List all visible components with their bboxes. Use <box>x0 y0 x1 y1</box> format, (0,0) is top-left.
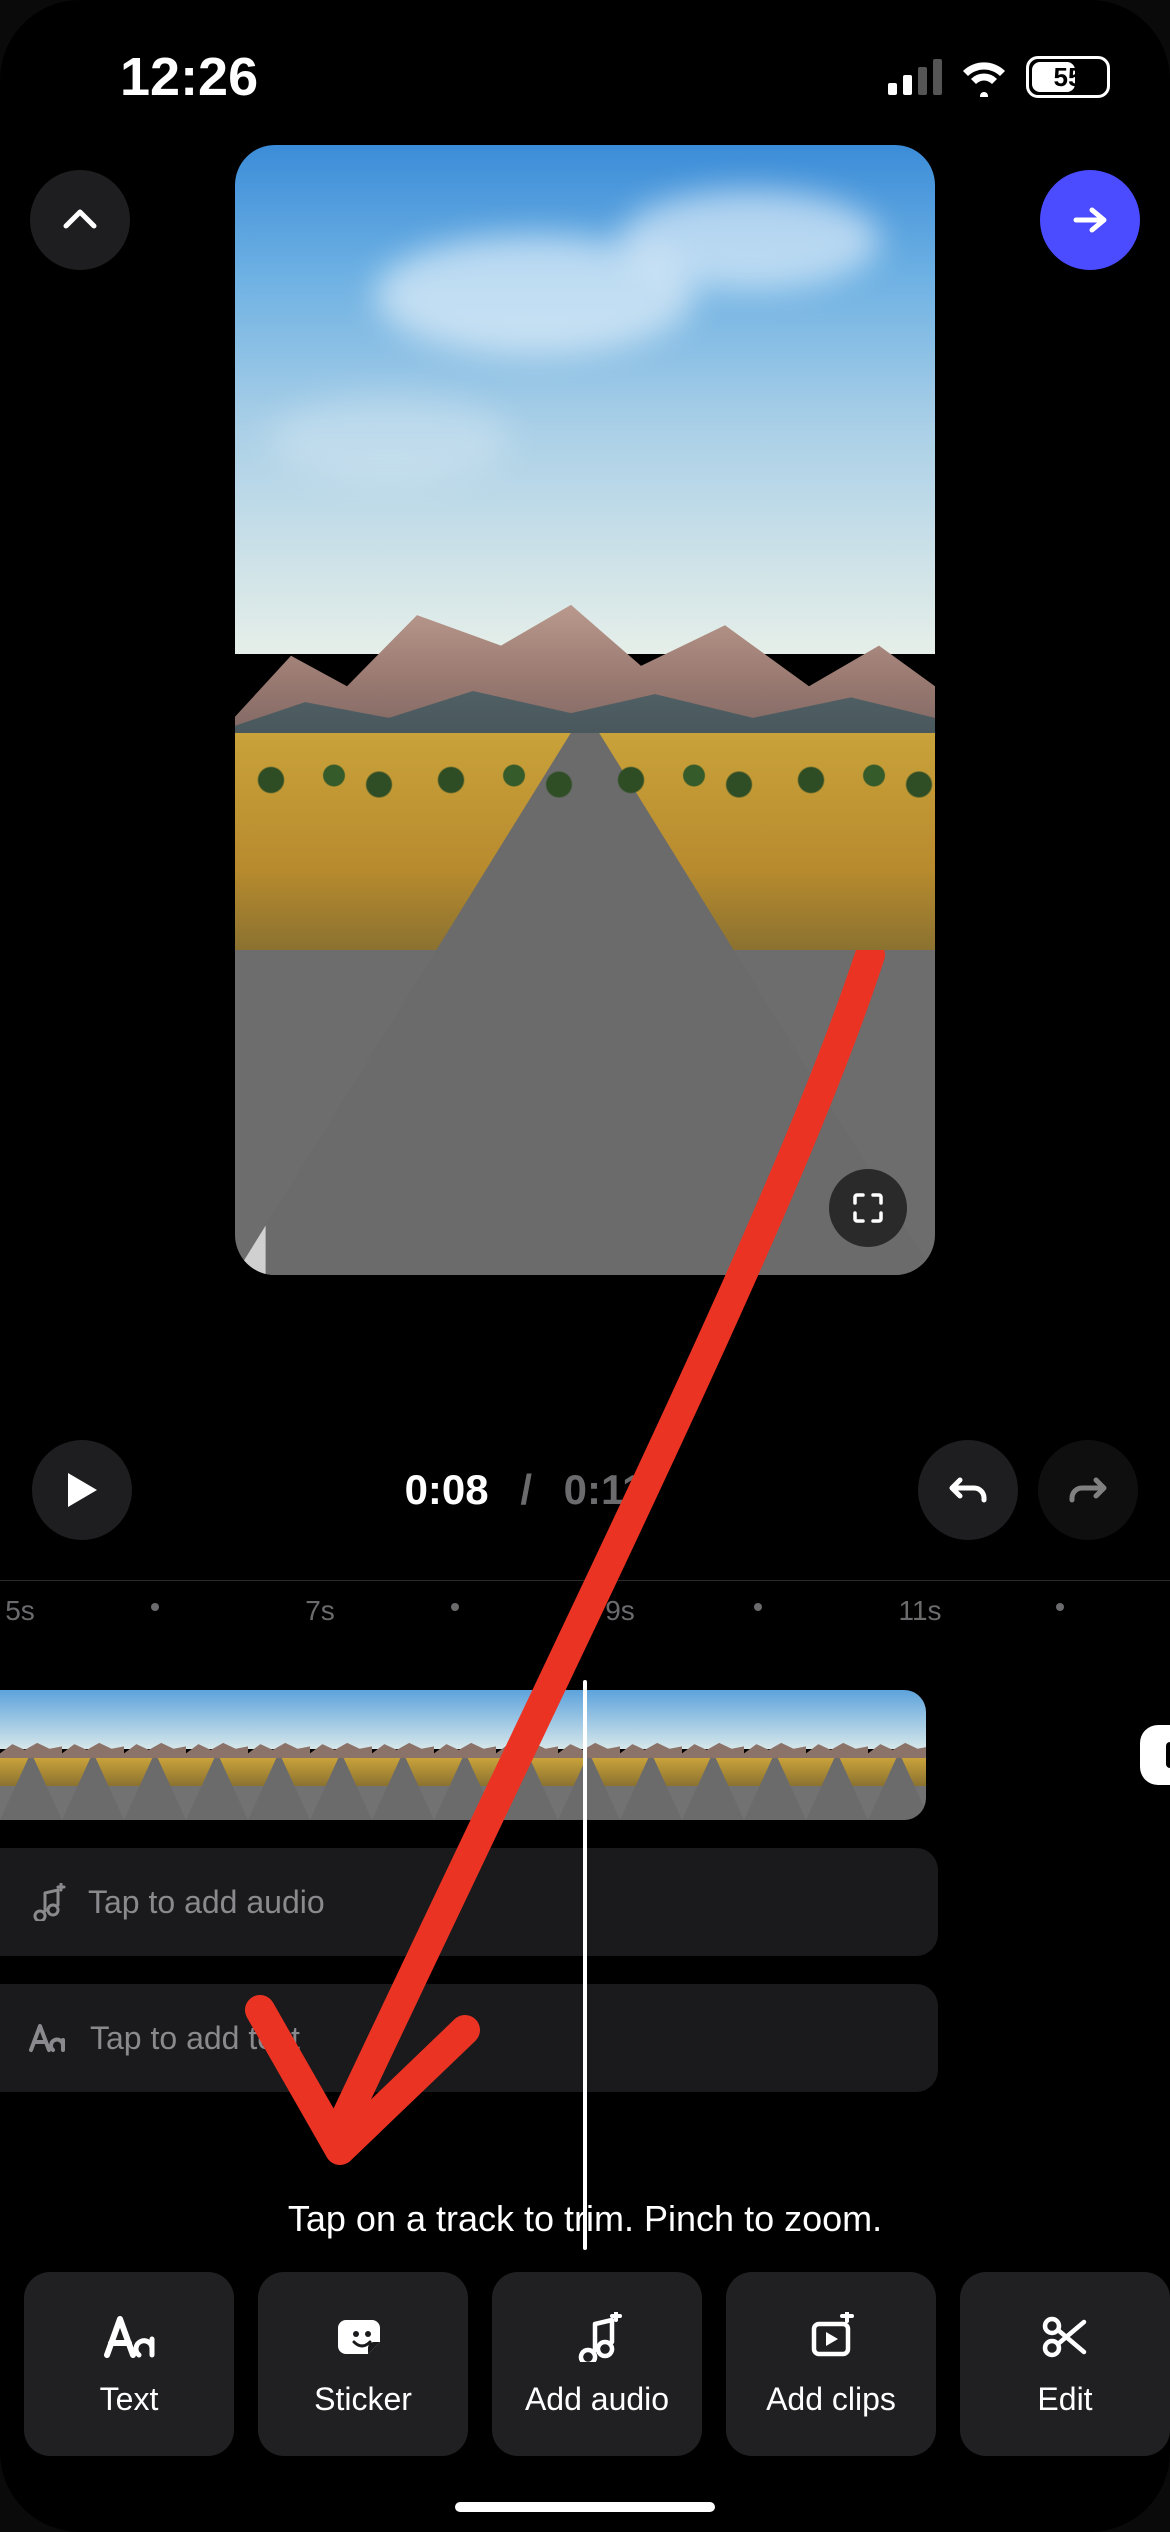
ruler-tick: 11s <box>898 1595 941 1627</box>
tool-text[interactable]: Text <box>24 2272 234 2456</box>
status-time: 12:26 <box>120 46 258 108</box>
tool-edit[interactable]: Edit <box>960 2272 1170 2456</box>
timeline-thumbnail <box>620 1690 682 1820</box>
tool-label: Text <box>100 2381 159 2418</box>
time-display: 0:08 / 0:11 <box>132 1466 918 1514</box>
timeline-thumbnail <box>310 1690 372 1820</box>
tool-sticker[interactable]: Sticker <box>258 2272 468 2456</box>
fullscreen-button[interactable] <box>829 1169 907 1247</box>
timeline-thumbnail <box>124 1690 186 1820</box>
timeline-thumbnail <box>0 1690 62 1820</box>
time-separator: / <box>520 1466 532 1513</box>
audio-plus-icon <box>572 2311 622 2363</box>
ruler-dot <box>1056 1603 1064 1611</box>
timeline-thumbnail <box>868 1690 926 1820</box>
timeline-thumbnail <box>186 1690 248 1820</box>
ruler-dot <box>151 1603 159 1611</box>
status-indicators: 55 <box>888 56 1110 98</box>
timeline-ruler[interactable]: 5s 7s 9s 11s <box>0 1580 1170 1630</box>
music-plus-icon <box>28 1883 66 1921</box>
tool-add-clips[interactable]: Add clips <box>726 2272 936 2456</box>
play-button[interactable] <box>32 1440 132 1540</box>
toolbar: TextStickerAdd audioAdd clipsEditVol <box>0 2272 1170 2462</box>
ruler-dot <box>754 1603 762 1611</box>
status-bar: 12:26 55 <box>0 0 1170 130</box>
undo-button[interactable] <box>918 1440 1018 1540</box>
cellular-signal-icon <box>888 59 942 95</box>
audio-track-placeholder[interactable]: Tap to add audio <box>0 1848 938 1956</box>
video-clip-strip[interactable] <box>0 1690 926 1820</box>
ruler-tick: 9s <box>605 1595 635 1627</box>
current-time: 0:08 <box>405 1466 489 1513</box>
next-button[interactable] <box>1040 170 1140 270</box>
home-indicator[interactable] <box>455 2502 715 2512</box>
tool-add-audio[interactable]: Add audio <box>492 2272 702 2456</box>
tool-label: Sticker <box>314 2381 412 2418</box>
wifi-icon <box>960 57 1008 97</box>
tool-label: Add audio <box>525 2381 669 2418</box>
text-track-hint: Tap to add text <box>90 2020 300 2057</box>
text-aa-icon <box>28 2022 68 2054</box>
ruler-tick: 5s <box>5 1595 35 1627</box>
timeline-thumbnail <box>744 1690 806 1820</box>
redo-button[interactable] <box>1038 1440 1138 1540</box>
ruler-tick: 7s <box>305 1595 335 1627</box>
timeline-thumbnail <box>248 1690 310 1820</box>
tool-label: Edit <box>1037 2381 1092 2418</box>
sticker-icon <box>338 2311 388 2363</box>
timeline-thumbnail <box>62 1690 124 1820</box>
battery-icon: 55 <box>1026 56 1110 98</box>
timeline-thumbnail <box>806 1690 868 1820</box>
collapse-up-button[interactable] <box>30 170 130 270</box>
video-preview[interactable] <box>235 145 935 1275</box>
text-icon <box>103 2311 155 2363</box>
preview-thumbnail <box>235 145 935 1275</box>
text-track-placeholder[interactable]: Tap to add text <box>0 1984 938 2092</box>
total-duration: 0:11 <box>564 1466 646 1513</box>
timeline-thumbnail <box>434 1690 496 1820</box>
clip-end-handle[interactable] <box>1140 1725 1170 1785</box>
clip-plus-icon <box>806 2311 856 2363</box>
timeline-thumbnail <box>682 1690 744 1820</box>
playhead[interactable] <box>583 1680 587 2250</box>
battery-percent: 55 <box>1054 62 1083 93</box>
timeline-thumbnail <box>496 1690 558 1820</box>
audio-track-hint: Tap to add audio <box>88 1884 325 1921</box>
ruler-dot <box>451 1603 459 1611</box>
timeline-thumbnail <box>372 1690 434 1820</box>
timeline-thumbnail <box>558 1690 620 1820</box>
scissors-icon <box>1040 2311 1090 2363</box>
tool-label: Add clips <box>766 2381 896 2418</box>
